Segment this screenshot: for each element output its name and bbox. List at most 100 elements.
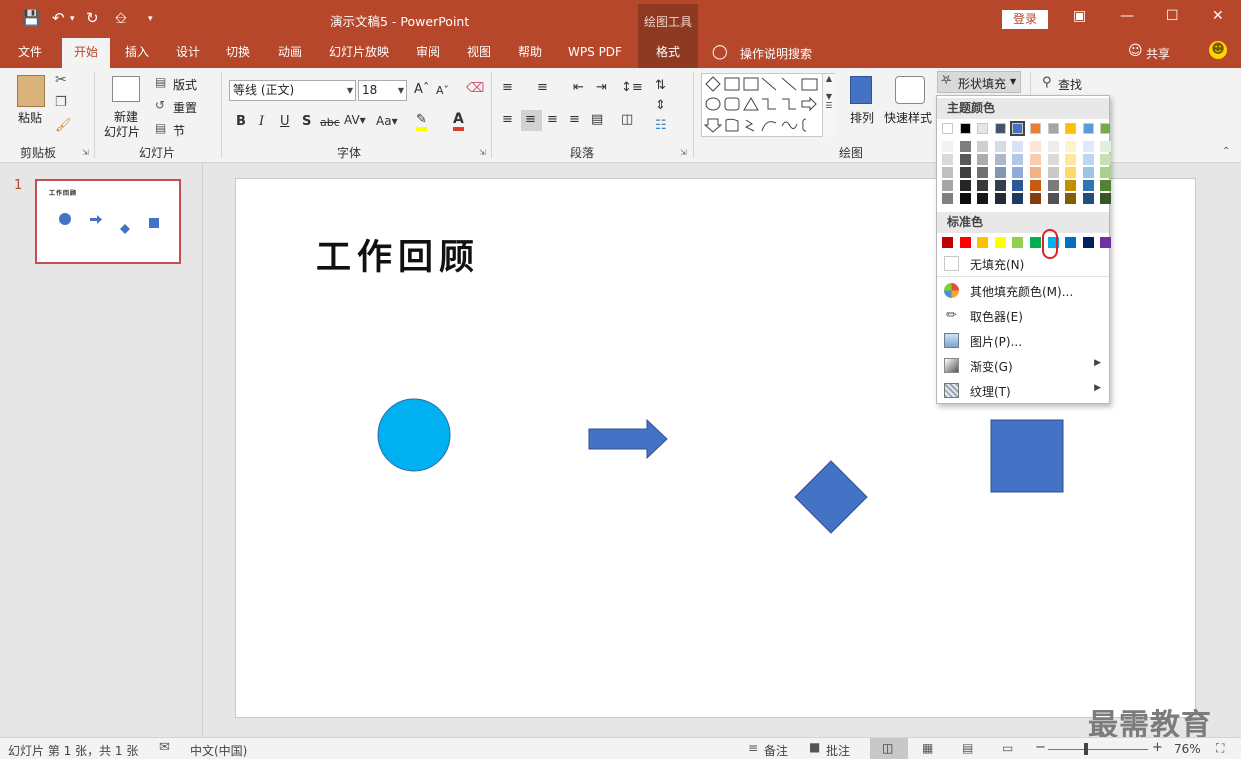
decrease-indent-icon[interactable]: ⇤ [573,80,584,95]
align-left-icon[interactable]: ≡ [502,112,513,127]
standard-color-swatch[interactable] [1012,237,1024,248]
decrease-font-icon[interactable]: Aˇ [436,84,449,97]
underline-icon[interactable]: U [280,114,290,129]
theme-shade-swatch[interactable] [1047,193,1059,204]
quick-styles-icon[interactable] [895,76,925,104]
tab-design[interactable]: 设计 [166,38,210,68]
highlight-icon[interactable]: ✎ [416,113,427,131]
theme-color-swatch[interactable] [994,123,1006,134]
theme-shade-swatch[interactable] [1047,180,1059,191]
comments-button[interactable]: 批注 [826,742,850,759]
shapes-gallery[interactable]: ▲ ▼ ☰ [701,73,835,137]
theme-color-swatch[interactable] [977,123,989,134]
theme-color-swatch[interactable] [1047,123,1059,134]
theme-color-swatch[interactable] [1030,123,1041,134]
tab-help[interactable]: 帮助 [508,38,552,68]
reset-button[interactable]: 重置 [173,99,197,116]
theme-shade-swatch[interactable] [1047,154,1059,165]
theme-shade-swatch[interactable] [1012,193,1024,204]
paste-button[interactable]: 粘贴 [18,109,42,126]
reading-view-icon[interactable]: ▤ [962,741,973,755]
standard-color-swatch[interactable] [942,237,953,248]
find-button[interactable]: 查找 [1058,76,1082,93]
tab-animations[interactable]: 动画 [268,38,312,68]
arrange-icon[interactable] [850,76,872,104]
theme-shade-swatch[interactable] [1100,141,1112,152]
gallery-scroll[interactable]: ▲ ▼ ☰ [822,74,835,137]
theme-shade-swatch[interactable] [1030,167,1041,178]
new-slide-icon[interactable] [112,76,140,102]
theme-shade-swatch[interactable] [1065,154,1077,165]
tab-review[interactable]: 审阅 [406,38,450,68]
slideshow-view-icon[interactable]: ▭ [1002,741,1013,755]
bold-icon[interactable]: B [236,114,246,129]
theme-shade-swatch[interactable] [1012,141,1024,152]
theme-shade-swatch[interactable] [977,180,989,191]
theme-shade-swatch[interactable] [959,193,971,204]
zoom-in-icon[interactable]: + [1152,740,1163,755]
tab-file[interactable]: 文件 [8,38,52,68]
theme-shade-swatch[interactable] [942,193,953,204]
strikethrough-icon[interactable]: abc [320,116,340,129]
increase-font-icon[interactable]: Aˆ [414,82,429,97]
standard-color-swatch[interactable] [1030,237,1041,248]
theme-shade-swatch[interactable] [959,180,971,191]
theme-shade-swatch[interactable] [977,167,989,178]
standard-color-swatch[interactable] [959,237,971,248]
eyedropper-item[interactable]: ✏ 取色器(E) [937,303,1109,328]
standard-color-swatch[interactable] [977,237,989,248]
theme-shade-swatch[interactable] [1065,180,1077,191]
paragraph-launcher-icon[interactable]: ⇲ [680,148,687,157]
format-painter-icon[interactable]: 🖌 [55,118,72,133]
tab-insert[interactable]: 插入 [115,38,159,68]
theme-shade-swatch[interactable] [1065,167,1077,178]
character-spacing-icon[interactable]: AV▾ [344,113,366,127]
font-launcher-icon[interactable]: ⇲ [479,148,486,157]
theme-shade-swatch[interactable] [959,154,971,165]
theme-shade-swatch[interactable] [1012,154,1024,165]
fit-to-window-icon[interactable]: ⛶ [1216,741,1224,756]
maximize-icon[interactable]: ☐ [1166,8,1179,24]
tab-wps-pdf[interactable]: WPS PDF [562,38,628,68]
paste-icon[interactable] [17,75,45,107]
theme-shade-swatch[interactable] [1082,154,1094,165]
tab-view[interactable]: 视图 [457,38,501,68]
quick-styles-button[interactable]: 快速样式 [884,109,932,126]
theme-shade-swatch[interactable] [1082,141,1094,152]
theme-shade-swatch[interactable] [1047,141,1059,152]
theme-shade-swatch[interactable] [977,154,989,165]
share-button[interactable]: 共享 [1146,45,1170,62]
picture-fill-item[interactable]: 图片(P)... [937,328,1109,353]
theme-color-swatch[interactable] [1010,121,1026,136]
theme-color-swatch[interactable] [1065,123,1077,134]
undo-icon[interactable]: ↶ [52,9,65,27]
theme-shade-swatch[interactable] [1082,180,1094,191]
notes-button[interactable]: 备注 [764,742,788,759]
theme-shade-swatch[interactable] [994,167,1006,178]
theme-shade-swatch[interactable] [1100,167,1112,178]
theme-shade-swatch[interactable] [1065,193,1077,204]
theme-shade-swatch[interactable] [994,180,1006,191]
zoom-slider-thumb[interactable] [1084,743,1088,755]
justify-icon[interactable]: ≡ [569,112,580,127]
font-size-combobox[interactable]: 18 ▼ [358,80,407,101]
theme-shade-swatch[interactable] [959,141,971,152]
theme-shade-swatch[interactable] [959,167,971,178]
theme-shade-swatch[interactable] [994,154,1006,165]
theme-color-swatch[interactable] [942,123,953,134]
theme-shade-swatch[interactable] [942,167,953,178]
theme-shade-swatch[interactable] [994,141,1006,152]
theme-shade-swatch[interactable] [994,193,1006,204]
standard-color-swatch[interactable] [1082,237,1094,248]
shadow-icon[interactable]: S [302,114,311,129]
theme-color-swatch[interactable] [1100,123,1112,134]
present-from-start-icon[interactable]: ⎒ [115,9,127,27]
theme-shade-swatch[interactable] [1030,180,1041,191]
texture-item[interactable]: 纹理(T) ▶ [937,378,1109,403]
tell-me-search[interactable]: 操作说明搜索 [740,45,812,62]
columns-icon[interactable]: ◫ [621,112,633,127]
theme-shade-swatch[interactable] [1012,167,1024,178]
standard-color-swatch[interactable] [1100,237,1112,248]
redo-icon[interactable]: ↻ [86,9,99,27]
shape-fill-button[interactable]: ⛧ 形状填充 ▼ [937,71,1021,93]
